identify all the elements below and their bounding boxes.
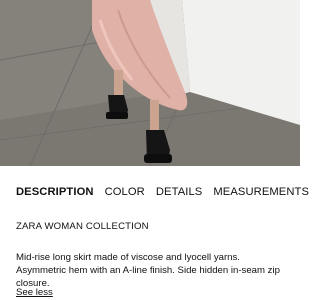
see-less-link[interactable]: See less	[16, 287, 53, 298]
tab-measurements[interactable]: MEASUREMENTS	[213, 186, 309, 199]
tab-details[interactable]: DETAILS	[156, 186, 203, 199]
tab-description[interactable]: DESCRIPTION	[16, 186, 94, 199]
collection-title: ZARA WOMAN COLLECTION	[16, 221, 149, 232]
product-tabs: DESCRIPTION COLOR DETAILS MEASUREMENTS	[16, 186, 309, 199]
tab-color[interactable]: COLOR	[105, 186, 145, 199]
product-image[interactable]	[0, 0, 300, 166]
product-description: Mid-rise long skirt made of viscose and …	[16, 252, 280, 289]
